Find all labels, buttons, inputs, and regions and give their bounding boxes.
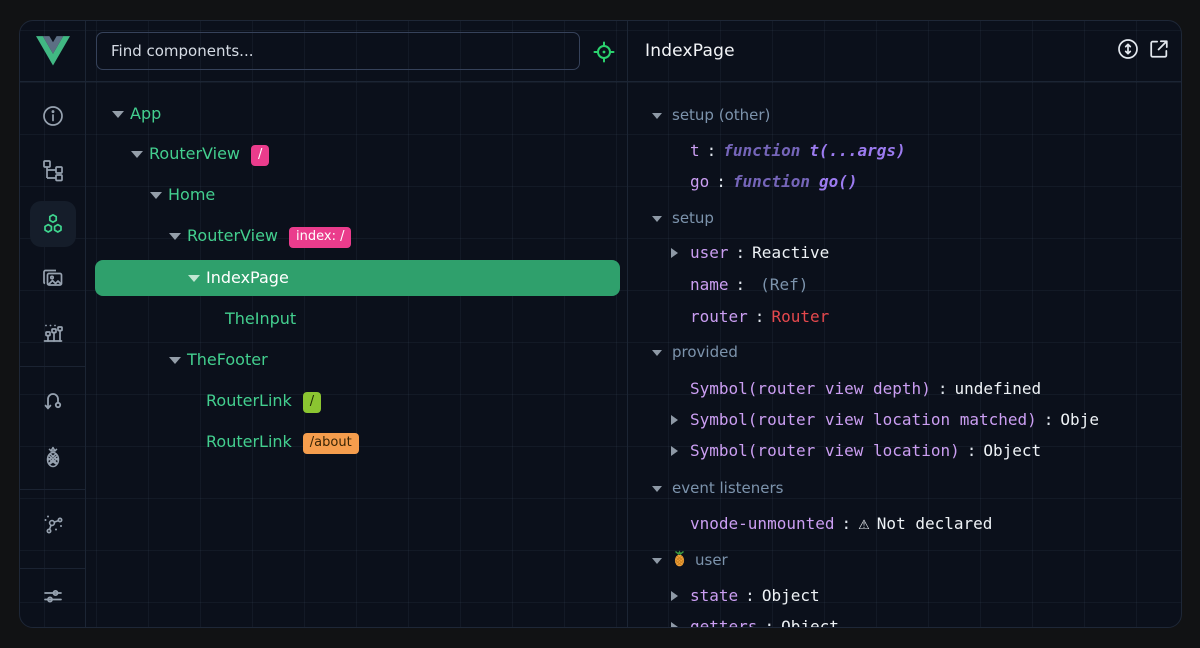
inspector-row-t: t:functiont(...args) — [627, 136, 1182, 166]
chevron-down-icon[interactable] — [652, 558, 662, 564]
route-badge: /about — [303, 433, 359, 454]
sidebar-item-overview[interactable] — [41, 104, 65, 128]
topbar-divider — [20, 81, 1181, 82]
chevron-down-icon[interactable] — [150, 192, 162, 199]
inspector-section-provided[interactable]: provided — [627, 337, 1182, 367]
inspector-row-go: go:functiongo() — [627, 167, 1182, 197]
inspector-section-event-listeners[interactable]: event listeners — [627, 473, 1182, 503]
tree-row-thefooter[interactable]: TheFooter — [85, 342, 627, 378]
tree-row-routerview-index[interactable]: RouterViewindex: / — [85, 218, 627, 254]
components-hexagons-icon — [41, 212, 65, 236]
sidebar-item-components[interactable] — [41, 212, 65, 236]
chevron-down-icon[interactable] — [169, 233, 181, 240]
router-icon — [41, 389, 65, 413]
chevron-right-icon[interactable] — [671, 622, 678, 628]
inspector-row-vnode-unmounted: vnode-unmounted:⚠Not declared — [627, 509, 1182, 539]
chevron-down-icon[interactable] — [112, 111, 124, 118]
search-input[interactable] — [96, 32, 580, 70]
tree-row-routerview[interactable]: RouterView/ — [85, 136, 627, 172]
scroll-to-component-icon[interactable] — [1116, 37, 1140, 61]
settings-icon — [41, 584, 65, 608]
vue-logo-icon — [36, 36, 70, 66]
vue-logo — [20, 21, 85, 81]
inspector-row-state[interactable]: state:Object — [627, 581, 1182, 611]
chevron-right-icon[interactable] — [671, 591, 678, 601]
route-badge: / — [251, 145, 269, 166]
sidebar-item-components-tree[interactable] — [41, 158, 65, 182]
inspector-row-name: name:(Ref) — [627, 270, 1182, 300]
tree-row-indexpage-selected[interactable]: IndexPage — [95, 260, 620, 296]
open-in-editor-icon[interactable] — [1148, 38, 1172, 62]
info-icon — [41, 104, 65, 128]
tree-row-home[interactable]: Home — [85, 177, 627, 213]
warning-icon: ⚠ — [858, 518, 870, 533]
inspector-row-symbol-matched[interactable]: Symbol(router view location matched):Obj… — [627, 405, 1182, 435]
sidebar-group-divider — [20, 366, 85, 367]
chevron-down-icon[interactable] — [131, 151, 143, 158]
sidebar-item-pinia[interactable] — [41, 445, 65, 469]
route-badge: index: / — [289, 227, 351, 248]
inspector-section-setup-other[interactable]: setup (other) — [627, 100, 1182, 130]
pinia-pineapple-icon — [672, 550, 687, 567]
chevron-down-icon[interactable] — [652, 113, 662, 119]
chevron-right-icon[interactable] — [671, 248, 678, 258]
components-tree-icon — [41, 158, 65, 182]
inspector-section-setup[interactable]: setup — [627, 203, 1182, 233]
sidebar-item-timeline[interactable] — [41, 321, 65, 345]
sidebar-item-router[interactable] — [41, 389, 65, 413]
tree-row-theinput[interactable]: TheInput — [85, 301, 627, 337]
inspector-row-symbol-location[interactable]: Symbol(router view location):Object — [627, 436, 1182, 466]
pages-icon — [41, 267, 65, 291]
sidebar-group-divider — [20, 568, 85, 569]
inspector-row-router: router:Router — [627, 302, 1182, 332]
route-badge: / — [303, 392, 321, 413]
vue-devtools-window: IndexPage — [19, 20, 1182, 628]
inspector-section-user-store[interactable]: user — [627, 545, 1182, 575]
pinia-pineapple-icon — [41, 445, 65, 469]
chevron-down-icon[interactable] — [188, 275, 200, 282]
chevron-down-icon[interactable] — [652, 350, 662, 356]
sidebar-item-pages[interactable] — [41, 267, 65, 291]
timeline-icon — [41, 321, 65, 345]
module-graph-icon — [41, 511, 65, 535]
component-picker-target-icon[interactable] — [592, 40, 616, 64]
tree-row-app[interactable]: App — [85, 96, 627, 132]
sidebar-group-divider — [20, 489, 85, 490]
chevron-right-icon[interactable] — [671, 415, 678, 425]
chevron-down-icon[interactable] — [652, 216, 662, 222]
inspector-row-getters[interactable]: getters:Object — [627, 612, 1182, 628]
sidebar-item-settings[interactable] — [41, 584, 65, 608]
chevron-down-icon[interactable] — [652, 486, 662, 492]
inspector-row-user[interactable]: user:Reactive — [627, 238, 1182, 268]
sidebar-item-module-graph[interactable] — [41, 511, 65, 535]
tree-row-routerlink-home[interactable]: RouterLink/ — [85, 383, 627, 419]
inspector-panel-title: IndexPage — [645, 21, 735, 81]
tree-row-routerlink-about[interactable]: RouterLink/about — [85, 424, 627, 460]
chevron-right-icon[interactable] — [671, 446, 678, 456]
chevron-down-icon[interactable] — [169, 357, 181, 364]
inspector-row-symbol-depth: Symbol(router view depth):undefined — [627, 374, 1182, 404]
